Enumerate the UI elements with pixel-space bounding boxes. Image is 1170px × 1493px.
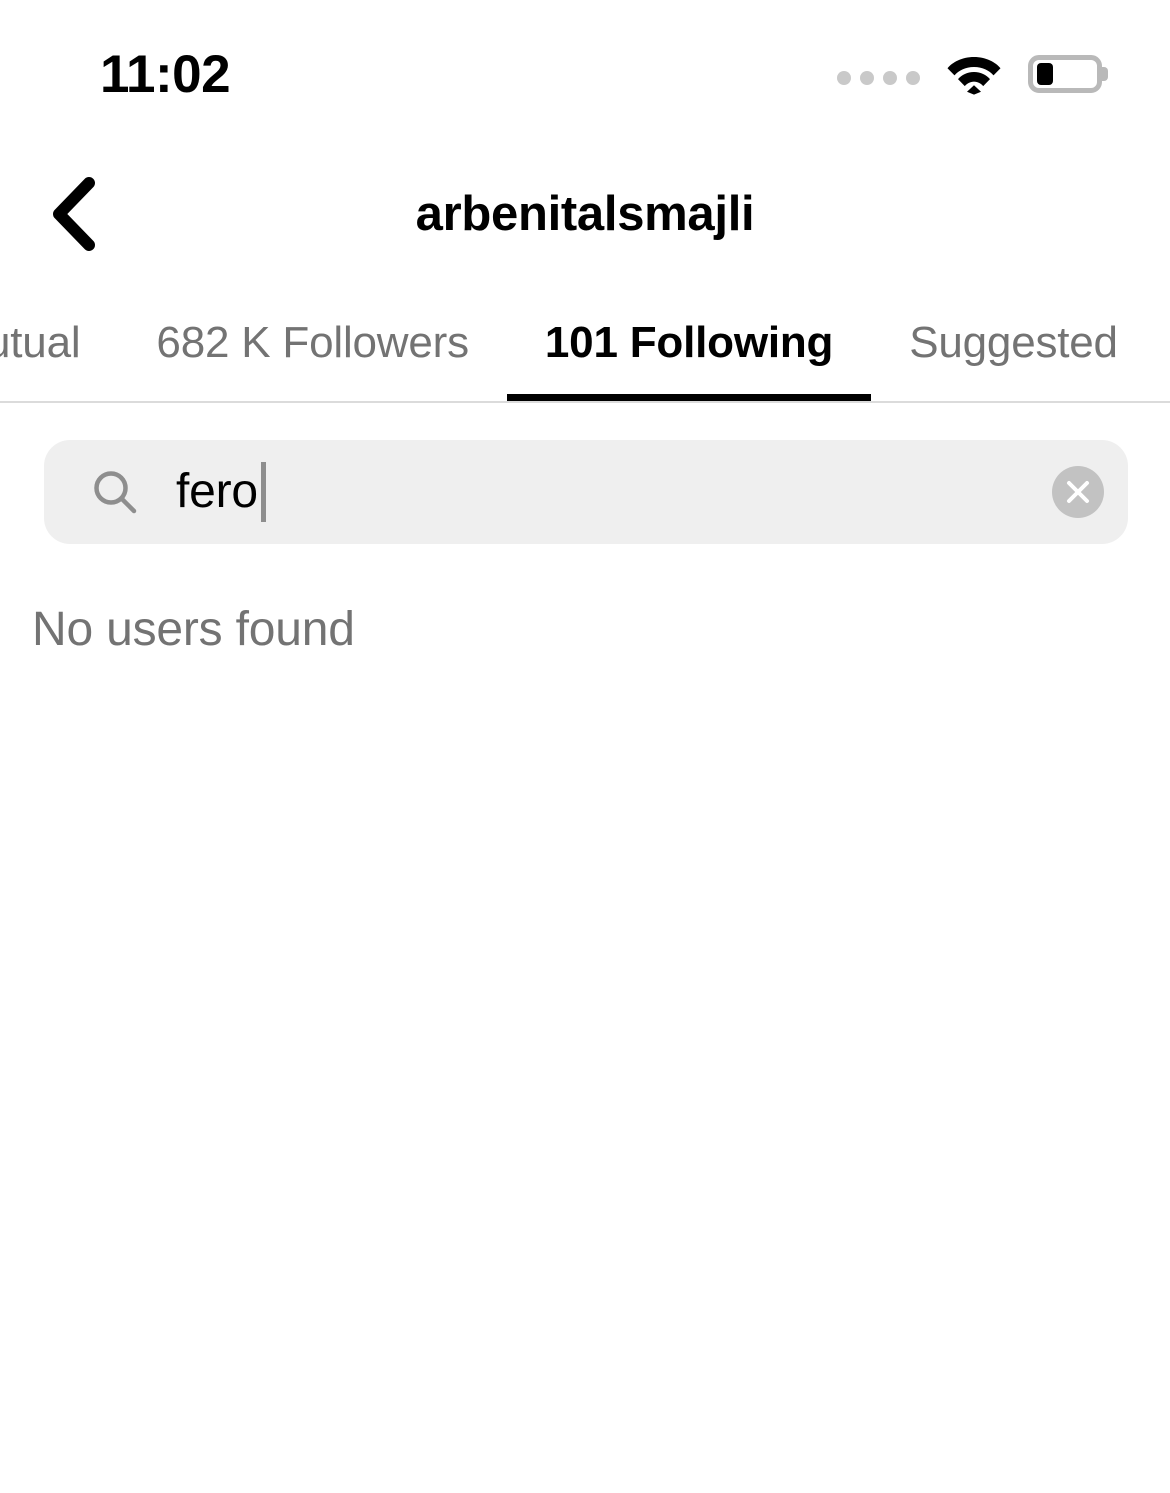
status-bar: 11:02	[0, 0, 1170, 140]
tab-following-label: 101 Following	[544, 318, 834, 367]
wifi-icon	[947, 57, 1001, 95]
close-icon	[1067, 481, 1089, 503]
page-title: arbenitalsmajli	[415, 187, 755, 241]
tab-bar-divider	[0, 401, 1170, 403]
tab-followers-label: 682 K Followers	[156, 318, 469, 367]
chevron-left-icon	[53, 177, 95, 251]
clear-search-button[interactable]	[1052, 466, 1104, 518]
search-results-area: No users found	[0, 574, 1170, 1493]
tab-suggested[interactable]: Suggested	[871, 288, 1156, 403]
empty-state-message: No users found	[32, 603, 355, 656]
search-icon	[94, 471, 137, 514]
battery-fill	[1037, 63, 1053, 85]
tab-strip[interactable]: utual 682 K Followers 101 Following Sugg…	[0, 288, 1156, 403]
tab-following[interactable]: 101 Following	[506, 288, 872, 403]
status-bar-indicators	[837, 53, 1108, 95]
search-bar-container: fero	[44, 440, 1128, 544]
search-value-container: fero	[176, 462, 1052, 522]
battery-icon	[1028, 55, 1108, 93]
cellular-signal-icon	[837, 71, 920, 85]
tab-mutual[interactable]: utual	[0, 288, 118, 403]
status-bar-time: 11:02	[100, 44, 231, 104]
battery-cap	[1101, 67, 1108, 81]
navigation-bar: arbenitalsmajli	[0, 140, 1170, 288]
tab-followers[interactable]: 682 K Followers	[118, 288, 506, 403]
search-query-text: fero	[176, 465, 258, 518]
search-input[interactable]: fero	[44, 440, 1128, 544]
text-cursor	[260, 462, 266, 522]
tab-suggested-label: Suggested	[909, 318, 1118, 367]
tab-bar: utual 682 K Followers 101 Following Sugg…	[0, 288, 1170, 403]
tab-mutual-label: utual	[0, 318, 81, 367]
back-button[interactable]	[26, 167, 120, 261]
